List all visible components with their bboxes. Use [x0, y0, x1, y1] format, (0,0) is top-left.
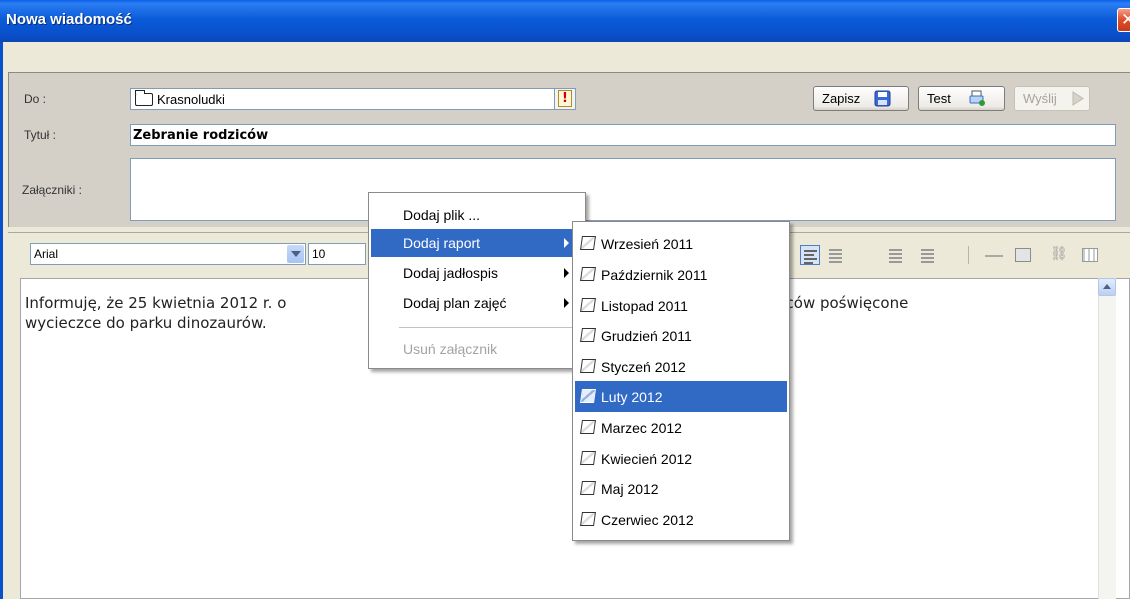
test-button[interactable]: Test [918, 86, 1005, 111]
to-label: Do : [24, 92, 47, 106]
report-icon [580, 328, 596, 342]
report-icon [580, 389, 596, 403]
menu-item-label: Usuń załącznik [403, 341, 498, 357]
editor-scrollbar[interactable] [1098, 278, 1116, 599]
align-justify-icon[interactable] [918, 245, 938, 265]
toolbar-separator [968, 246, 969, 264]
close-button[interactable]: ✕ [1117, 8, 1130, 32]
submenu-item[interactable]: Maj 2012 [575, 473, 787, 504]
exclamation-icon: ! [558, 90, 572, 107]
save-button-label: Zapisz [822, 91, 861, 106]
message-line-1: Informuję, że 25 kwietnia 2012 r. o [25, 294, 287, 312]
menu-item-add-file[interactable]: Dodaj plik ... [371, 201, 583, 229]
image-icon[interactable] [1015, 248, 1031, 262]
submenu-item[interactable]: Grudzień 2011 [575, 320, 787, 351]
submenu-item[interactable]: Wrzesień 2011 [575, 228, 787, 259]
menu-item-add-report[interactable]: Dodaj raport [371, 229, 583, 257]
font-size-select[interactable]: 10 [308, 243, 366, 265]
title-bar: Nowa wiadomość [0, 0, 1130, 42]
submenu-item[interactable]: Kwiecień 2012 [575, 443, 787, 474]
report-icon [580, 298, 596, 312]
submenu-item-label: Grudzień 2011 [601, 328, 692, 344]
link-icon[interactable]: ⛓ [1050, 246, 1068, 262]
align-left-icon[interactable] [800, 245, 820, 265]
submenu-item-label: Kwiecień 2012 [601, 451, 693, 467]
report-icon [580, 420, 596, 434]
test-button-label: Test [927, 91, 951, 106]
report-icon [580, 267, 596, 281]
submenu-item-label: Marzec 2012 [601, 420, 682, 436]
recipient-select[interactable]: Krasnoludki ▼ [130, 88, 570, 110]
font-family-value: Arial [34, 247, 59, 261]
send-button[interactable]: Wyślij [1014, 86, 1090, 111]
menu-item-add-menu[interactable]: Dodaj jadłospis [371, 259, 583, 287]
submenu-item[interactable]: Marzec 2012 [575, 412, 787, 443]
report-icon [580, 451, 596, 465]
report-icon [580, 359, 596, 373]
message-line-2: wycieczce do parku dinozaurów. [25, 314, 267, 332]
scroll-up-icon[interactable] [1098, 278, 1116, 296]
save-button[interactable]: Zapisz [813, 86, 909, 111]
font-size-value: 10 [312, 247, 326, 261]
report-icon [580, 512, 596, 526]
submenu-arrow-icon [564, 268, 569, 278]
send-button-label: Wyślij [1023, 91, 1057, 106]
report-icon [580, 236, 596, 250]
title-label: Tytuł : [24, 128, 57, 142]
subject-field[interactable]: Zebranie rodziców [130, 124, 1116, 146]
attachments-label: Załączniki : [22, 183, 83, 197]
submenu-arrow-icon [564, 238, 569, 248]
attachments-box[interactable] [130, 158, 1116, 221]
submenu-item-selected[interactable]: Luty 2012 [575, 381, 787, 412]
close-icon: ✕ [1121, 10, 1130, 30]
submenu-item-label: Czerwiec 2012 [601, 512, 694, 528]
floppy-disk-icon [874, 90, 891, 107]
subject-value: Zebranie rodziców [133, 128, 269, 143]
submenu-item[interactable]: Październik 2011 [575, 259, 787, 290]
menu-item-label: Dodaj raport [403, 235, 481, 251]
submenu-item-label: Październik 2011 [601, 267, 708, 283]
recipient-value: Krasnoludki [157, 92, 225, 107]
submenu-item[interactable]: Styczeń 2012 [575, 351, 787, 382]
submenu-item-label: Luty 2012 [601, 389, 663, 405]
submenu-item-label: Wrzesień 2011 [601, 236, 694, 252]
horizontal-rule-icon[interactable] [985, 255, 1003, 257]
submenu-item-label: Maj 2012 [601, 481, 659, 497]
submenu-arrow-icon [564, 298, 569, 308]
submenu-item[interactable]: Listopad 2011 [575, 290, 787, 321]
chevron-down-icon[interactable] [287, 245, 304, 263]
menu-item-label: Dodaj jadłospis [403, 265, 498, 281]
submenu-item-label: Styczeń 2012 [601, 359, 686, 375]
priority-button[interactable]: ! [554, 88, 576, 110]
menu-item-remove-attachment[interactable]: Usuń załącznik [371, 335, 583, 363]
menu-separator [399, 327, 581, 328]
submenu-item[interactable]: Czerwiec 2012 [575, 504, 787, 535]
menu-item-label: Dodaj plan zajęć [403, 295, 507, 311]
window-title: Nowa wiadomość [6, 11, 132, 28]
report-submenu: Wrzesień 2011 Październik 2011 Listopad … [572, 221, 790, 541]
font-family-select[interactable]: Arial [30, 243, 306, 265]
align-right-icon[interactable] [886, 245, 906, 265]
menu-item-add-schedule[interactable]: Dodaj plan zajęć [371, 289, 583, 317]
attachment-context-menu: Dodaj plik ... Dodaj raport Dodaj jadłos… [368, 192, 586, 369]
printer-icon [969, 90, 985, 106]
report-icon [580, 481, 596, 495]
align-center-icon[interactable] [826, 245, 846, 265]
submenu-item-label: Listopad 2011 [601, 298, 688, 314]
menu-item-label: Dodaj plik ... [403, 207, 481, 223]
folder-icon [135, 90, 153, 106]
table-icon[interactable] [1082, 248, 1098, 262]
send-arrow-icon [1072, 91, 1084, 106]
